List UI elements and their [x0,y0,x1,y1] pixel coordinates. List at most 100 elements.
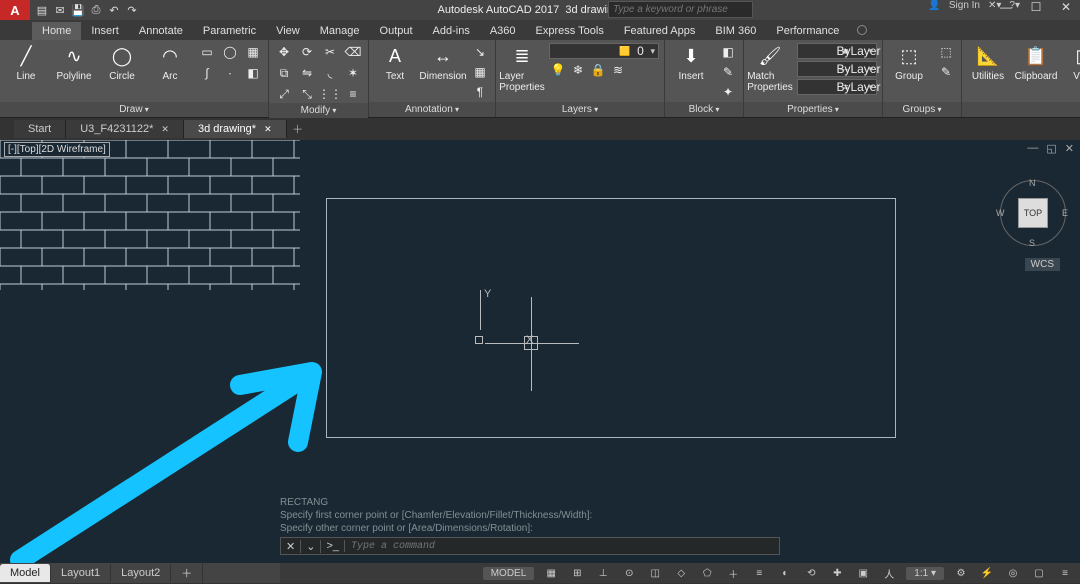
doc-tab-u3[interactable]: U3_F4231122*✕ [66,120,184,138]
ellipse-icon[interactable]: ◯ [220,43,240,61]
close-button[interactable]: ✕ [1056,0,1076,14]
tab-performance[interactable]: Performance [766,22,849,40]
layer-match-icon[interactable]: ≋ [609,61,627,79]
app-icon[interactable]: A [0,0,30,20]
arc-button[interactable]: ◠Arc [149,43,191,82]
panel-groups-title[interactable]: Groups [883,102,961,117]
spline-icon[interactable]: ∫ [197,64,217,82]
snap-toggle-icon[interactable]: ⊞ [568,568,586,579]
offset-icon[interactable]: ≡ [343,85,363,103]
panel-properties-title[interactable]: Properties [744,102,882,117]
tab-parametric[interactable]: Parametric [193,22,266,40]
vp-minimize-icon[interactable]: — [1027,142,1038,155]
doc-tab-start[interactable]: Start [14,120,66,138]
wcs-label[interactable]: WCS [1025,258,1060,271]
tab-featuredapps[interactable]: Featured Apps [614,22,706,40]
utilities-button[interactable]: 📐Utilities [967,43,1009,82]
quickprops-icon[interactable]: ▣ [854,568,872,579]
annoscale-icon[interactable]: 人 [880,566,898,581]
qat-print-icon[interactable]: ⎙ [88,2,104,18]
command-line[interactable]: ✕ ⌄ >_ [280,537,780,555]
layout-tab-layout1[interactable]: Layout1 [51,564,111,582]
view-button[interactable]: ◲View [1063,43,1080,82]
viewcube-face-top[interactable]: TOP [1018,198,1048,228]
qat-open-icon[interactable]: ✉ [52,2,68,18]
maximize-button[interactable]: ☐ [1026,0,1046,14]
vp-close-icon[interactable]: ✕ [1065,142,1074,155]
qat-save-icon[interactable]: 💾 [70,2,86,18]
matchprops-button[interactable]: 🖌Match Properties [749,43,791,93]
mtext-icon[interactable]: ¶ [470,83,490,101]
drawn-rectangle[interactable] [326,198,896,438]
osnap-toggle-icon[interactable]: ◇ [672,568,690,579]
move-icon[interactable]: ✥ [274,43,294,61]
panel-block-title[interactable]: Block [665,102,743,117]
cycling-icon[interactable]: ⟲ [802,568,820,579]
circle-button[interactable]: ◯Circle [101,43,143,82]
ribbon-focus-icon[interactable] [857,25,867,35]
layout-tab-model[interactable]: Model [0,564,51,582]
qat-redo-icon[interactable]: ↷ [124,2,140,18]
groupedit-icon[interactable]: ✎ [936,63,956,81]
line-button[interactable]: ╱Line [5,43,47,82]
scale-icon[interactable]: ⤡ [297,85,317,103]
viewport-label[interactable]: [-][Top][2D Wireframe] [4,142,110,157]
3dosnap-icon[interactable]: ⬠ [698,568,716,579]
mirror-icon[interactable]: ⇋ [297,64,317,82]
copy-icon[interactable]: ⧉ [274,64,294,82]
layer-selector[interactable]: 🟨 0 ▾ [549,43,659,59]
tab-a360[interactable]: A360 [480,22,526,40]
attr-icon[interactable]: ✦ [718,83,738,101]
add-layout-button[interactable]: ＋ [171,562,203,584]
grid-toggle-icon[interactable]: ▦ [542,568,560,579]
modelspace-toggle[interactable]: MODEL [483,567,535,580]
group-button[interactable]: ⬚Group [888,43,930,82]
tab-expresstools[interactable]: Express Tools [526,22,614,40]
region-icon[interactable]: ◧ [243,64,263,82]
cmd-recent-icon[interactable]: ⌄ [301,540,321,553]
tab-bim360[interactable]: BIM 360 [705,22,766,40]
signin-button[interactable]: Sign In [949,0,980,11]
fillet-icon[interactable]: ◟ [320,64,340,82]
ungroup-icon[interactable]: ⬚ [936,43,956,61]
scale-selector[interactable]: 1:1 ▾ [906,567,944,580]
tab-home[interactable]: Home [32,22,81,40]
erase-icon[interactable]: ⌫ [343,43,363,61]
rectangle-icon[interactable]: ▭ [197,43,217,61]
hardware-accel-icon[interactable]: ⚡ [978,568,996,579]
tab-annotate[interactable]: Annotate [129,22,193,40]
tab-output[interactable]: Output [370,22,423,40]
create-block-icon[interactable]: ◧ [718,43,738,61]
cmd-close-icon[interactable]: ✕ [281,540,301,553]
cleanscreen-icon[interactable]: ▢ [1030,568,1048,579]
leader-icon[interactable]: ↘ [470,43,490,61]
insert-button[interactable]: ⬇Insert [670,43,712,82]
close-icon[interactable]: ✕ [161,124,169,134]
text-button[interactable]: AText [374,43,416,82]
clipboard-button[interactable]: 📋Clipboard [1015,43,1057,82]
table-icon[interactable]: ▦ [470,63,490,81]
tab-manage[interactable]: Manage [310,22,370,40]
linetype-selector[interactable]: ≡ ByLayer ▾ [797,79,877,95]
trim-icon[interactable]: ✂ [320,43,340,61]
explode-icon[interactable]: ✶ [343,64,363,82]
lineweight-toggle-icon[interactable]: ≡ [750,568,768,579]
add-tab-button[interactable]: ＋ [287,121,309,137]
panel-modify-title[interactable]: Modify [269,103,368,118]
tab-insert[interactable]: Insert [81,22,129,40]
point-icon[interactable]: ∙ [220,64,240,82]
edit-block-icon[interactable]: ✎ [718,63,738,81]
rotate-icon[interactable]: ⟳ [297,43,317,61]
dimension-button[interactable]: ↔Dimension [422,43,464,82]
qat-undo-icon[interactable]: ↶ [106,2,122,18]
infocenter-icon[interactable]: 👤 [928,0,940,11]
dyninput-icon[interactable]: ＋ [724,566,742,581]
command-input[interactable] [345,541,779,552]
layout-tab-layout2[interactable]: Layout2 [111,564,171,582]
view-cube[interactable]: TOP N S E W [1000,180,1066,246]
panel-draw-title[interactable]: Draw [0,102,268,117]
lineweight-selector[interactable]: — ByLayer ▾ [797,61,877,77]
qat-new-icon[interactable]: ▤ [34,2,50,18]
customize-icon[interactable]: ≡ [1056,568,1074,579]
help-search-input[interactable] [609,2,752,17]
